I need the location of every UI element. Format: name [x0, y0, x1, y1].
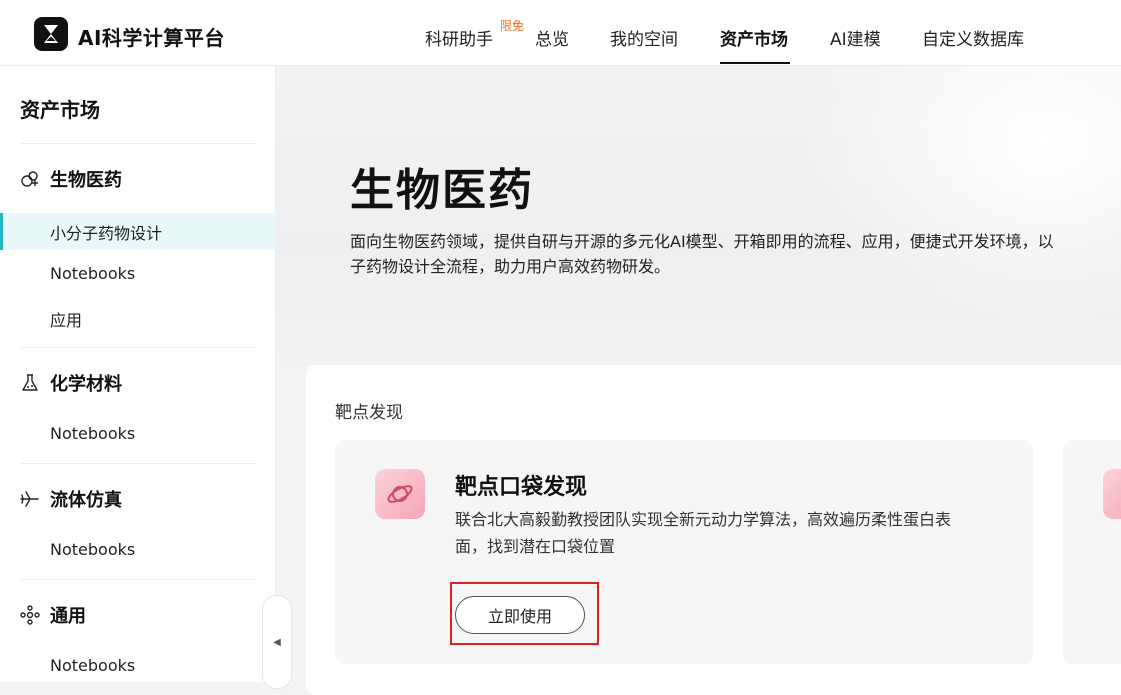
sidebar-item-small-molecule[interactable]: 小分子药物设计 [50, 220, 162, 244]
sidebar-item-general-notebooks[interactable]: Notebooks [50, 656, 135, 675]
flask-icon [22, 374, 38, 391]
highlight-box [450, 582, 599, 645]
category-label: 生物医药 [50, 170, 122, 191]
divider [20, 463, 256, 464]
hero-desc-line: 面向生物医药领域，提供自研与开源的多元化AI模型、开箱即用的流程、应用，便捷式开… [350, 232, 1054, 251]
sidebar-item-chem-notebooks[interactable]: Notebooks [50, 424, 135, 443]
nav-my-space[interactable]: 我的空间 [610, 25, 678, 50]
hero-decoration [796, 66, 1121, 326]
category-fluid-simulation[interactable]: 流体仿真 [20, 486, 122, 512]
sidebar-item-bio-notebooks[interactable]: Notebooks [50, 264, 135, 283]
free-badge: 限免 [500, 19, 525, 33]
sidebar-item-bio-apps[interactable]: 应用 [50, 307, 82, 331]
next-card-icon [1103, 469, 1121, 519]
nav-active-underline [720, 62, 790, 64]
divider [20, 347, 256, 348]
nav-custom-database[interactable]: 自定义数据库 [922, 25, 1024, 50]
nav-overview[interactable]: 总览 [535, 25, 569, 50]
category-biomedicine[interactable]: 生物医药 [20, 166, 122, 192]
hourglass-logo-icon[interactable] [34, 17, 68, 51]
planet-icon [375, 469, 425, 519]
hero-desc-line: 子药物设计全流程，助力用户高效药物研发。 [350, 257, 671, 276]
molecule-icon [20, 605, 40, 625]
card-description: 联合北大高毅勤教授团队实现全新元动力学算法，高效遍历柔性蛋白表面，找到潜在口袋位… [455, 510, 952, 556]
hero-title: 生物医药 [350, 165, 534, 216]
nav-ai-modeling[interactable]: AI建模 [830, 25, 881, 50]
top-navbar: AI科学计算平台 科研助手 限免 总览 我的空间 资产市场 AI建模 自定义数据… [0, 0, 1121, 66]
airplane-icon [20, 491, 39, 507]
category-general[interactable]: 通用 [20, 602, 86, 628]
bio-cells-icon [21, 171, 38, 187]
nav-research-assistant[interactable]: 科研助手 [425, 25, 493, 50]
hero-banner: 生物医药 面向生物医药领域，提供自研与开源的多元化AI模型、开箱即用的流程、应用… [276, 66, 1121, 366]
sidebar-title: 资产市场 [20, 98, 100, 122]
nav-asset-market[interactable]: 资产市场 [720, 25, 788, 50]
category-label: 化学材料 [50, 374, 122, 395]
category-label: 流体仿真 [50, 490, 122, 511]
sidebar-item-fluid-notebooks[interactable]: Notebooks [50, 540, 135, 559]
card-title[interactable]: 靶点口袋发现 [455, 469, 587, 501]
hero-description: 面向生物医药领域，提供自研与开源的多元化AI模型、开箱即用的流程、应用，便捷式开… [350, 229, 1121, 279]
category-label: 通用 [50, 606, 86, 627]
brand-name[interactable]: AI科学计算平台 [78, 22, 225, 51]
sidebar-collapse-button[interactable]: ◀ [262, 595, 292, 689]
divider [20, 579, 256, 580]
divider [20, 143, 256, 144]
sidebar: 资产市场 生物医药 小分子药物设计 Notebooks 应用 化学材料 Note… [0, 66, 276, 682]
caret-left-icon: ◀ [273, 636, 281, 648]
section-title: 靶点发现 [335, 403, 403, 423]
category-chemistry[interactable]: 化学材料 [20, 370, 122, 396]
